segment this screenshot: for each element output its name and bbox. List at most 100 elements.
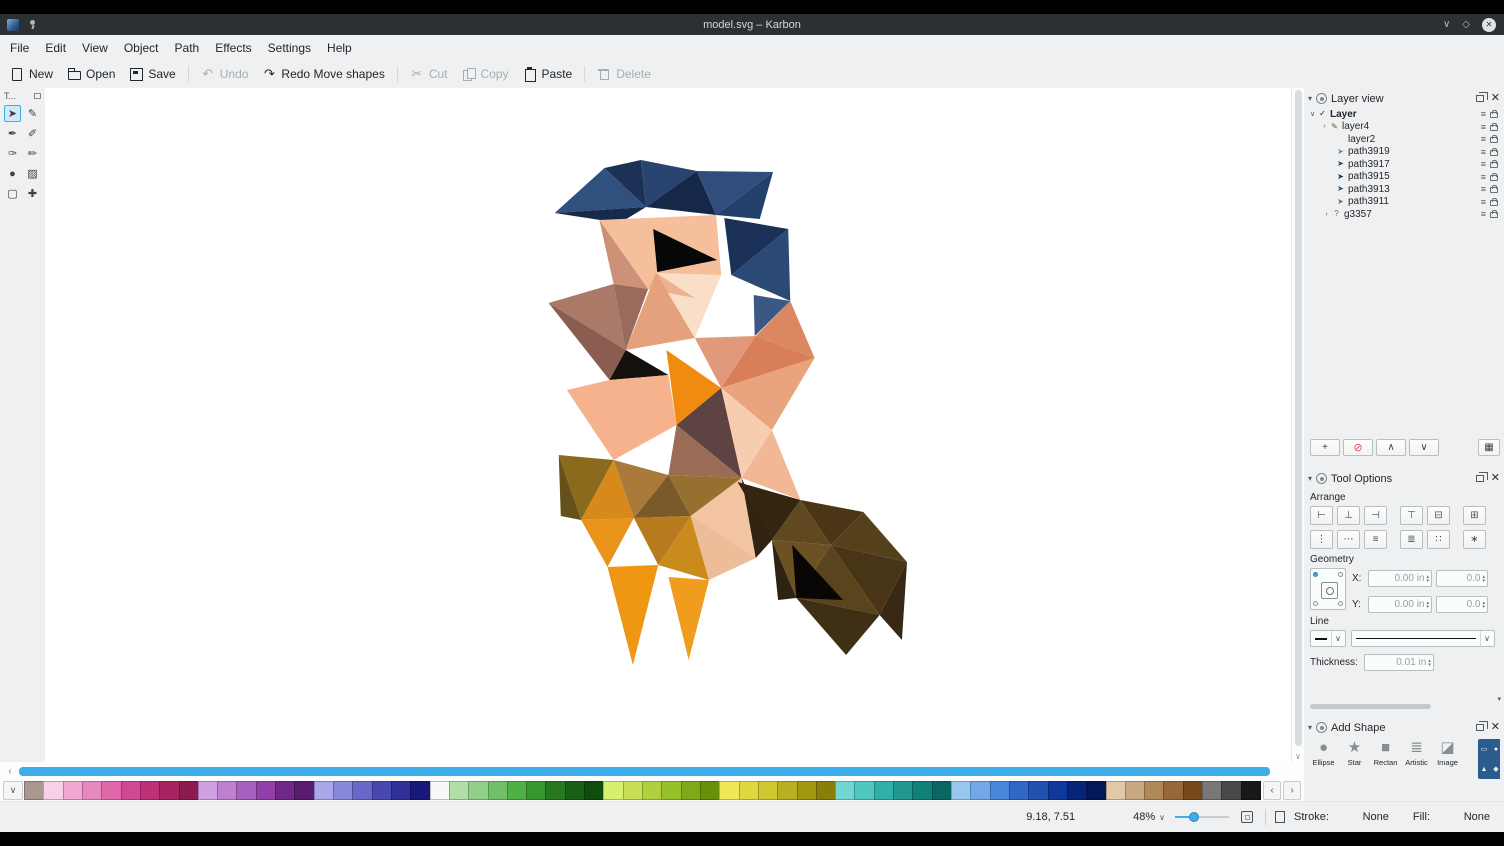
collapse-icon[interactable]: ▾	[1308, 94, 1312, 103]
new-button[interactable]: New	[3, 63, 60, 85]
close-docker-icon[interactable]: ✕	[1491, 473, 1500, 484]
layer-row-path3917[interactable]: ➤ path3917 ≡	[1308, 158, 1500, 171]
collapse-icon[interactable]: ▾	[1308, 723, 1312, 732]
distribute-spacing-button[interactable]: ∷	[1427, 530, 1450, 549]
color-swatch[interactable]	[835, 781, 855, 800]
color-swatch[interactable]	[1028, 781, 1048, 800]
color-swatch[interactable]	[990, 781, 1010, 800]
color-swatch[interactable]	[1183, 781, 1203, 800]
distribute-h-button[interactable]: ⋯	[1337, 530, 1360, 549]
color-swatch[interactable]	[140, 781, 160, 800]
color-swatch[interactable]	[758, 781, 778, 800]
tool-artistic-text[interactable]: ✐	[24, 125, 41, 142]
line-style-select[interactable]: ∨	[1351, 630, 1495, 647]
view-mode-button[interactable]: ▦	[1478, 439, 1500, 456]
tool-brush[interactable]: ●	[4, 165, 21, 182]
line-cap-select[interactable]: ∨	[1310, 630, 1346, 647]
tool-select[interactable]: ➤	[4, 105, 21, 122]
anchor-dot-top-left[interactable]	[1313, 572, 1318, 577]
lock-icon[interactable]	[1489, 184, 1498, 194]
artwork-polygon[interactable]	[607, 565, 658, 665]
color-swatch[interactable]	[430, 781, 450, 800]
save-button[interactable]: Save	[122, 63, 182, 85]
titlebar[interactable]: model.svg – Karbon ∨ ◇ ✕	[0, 14, 1504, 35]
menu-effects[interactable]: Effects	[207, 37, 259, 59]
color-swatch[interactable]	[1221, 781, 1241, 800]
color-swatch[interactable]	[1067, 781, 1087, 800]
color-swatch[interactable]	[797, 781, 817, 800]
expander-icon[interactable]: ∨	[1308, 110, 1317, 118]
color-swatch[interactable]	[951, 781, 971, 800]
color-swatch[interactable]	[333, 781, 353, 800]
menu-path[interactable]: Path	[167, 37, 208, 59]
color-swatch[interactable]	[410, 781, 430, 800]
redo-button[interactable]: ↷ Redo Move shapes	[255, 63, 391, 85]
copy-button[interactable]: Copy	[455, 63, 516, 85]
tool-calligraphy[interactable]: ✒	[4, 125, 21, 142]
delete-layer-button[interactable]: ⊘	[1343, 439, 1373, 456]
color-swatch[interactable]	[488, 781, 508, 800]
align-left-button[interactable]: ⊢	[1310, 506, 1333, 525]
zoom-fit-icon[interactable]	[1241, 811, 1253, 823]
scroll-left-icon[interactable]: ‹	[3, 764, 17, 778]
color-swatch[interactable]	[1106, 781, 1126, 800]
color-swatch[interactable]	[777, 781, 797, 800]
layer-properties-icon[interactable]: ≡	[1481, 134, 1485, 144]
add-shape-header[interactable]: ▾ Add Shape ✕	[1308, 719, 1500, 736]
lock-icon[interactable]	[1489, 134, 1498, 144]
color-swatch[interactable]	[256, 781, 276, 800]
align-top-button[interactable]: ⊤	[1400, 506, 1423, 525]
distribute-v-button[interactable]: ⋮	[1310, 530, 1333, 549]
artwork-svg[interactable]	[45, 88, 1304, 762]
menu-settings[interactable]: Settings	[260, 37, 319, 59]
y-input[interactable]: 0.00 in ▴▾	[1368, 596, 1432, 613]
delete-button[interactable]: Delete	[590, 63, 658, 85]
palette-prev-button[interactable]: ‹	[1263, 781, 1281, 800]
color-swatch[interactable]	[198, 781, 218, 800]
color-swatch[interactable]	[179, 781, 199, 800]
shape-artistic-text[interactable]: ≣ Artistic	[1401, 739, 1432, 767]
horizontal-scrollbar[interactable]	[19, 767, 1276, 776]
close-button[interactable]: ✕	[1482, 18, 1496, 32]
fill-value[interactable]: None	[1462, 811, 1490, 823]
color-swatch[interactable]	[101, 781, 121, 800]
color-swatch[interactable]	[507, 781, 527, 800]
layer-row-path3911[interactable]: ➤ path3911 ≡	[1308, 196, 1500, 209]
palette-menu-button[interactable]: ∨	[3, 781, 23, 800]
layer-properties-icon[interactable]: ≡	[1481, 209, 1485, 219]
align-right-button[interactable]: ⊣	[1364, 506, 1387, 525]
close-docker-icon[interactable]: ✕	[1491, 93, 1500, 104]
menu-help[interactable]: Help	[319, 37, 360, 59]
anchor-dot-bottom-left[interactable]	[1313, 601, 1318, 606]
color-swatch[interactable]	[82, 781, 102, 800]
color-swatch[interactable]	[159, 781, 179, 800]
color-swatch[interactable]	[63, 781, 83, 800]
lock-icon[interactable]	[1489, 209, 1498, 219]
undo-button[interactable]: ↶ Undo	[194, 63, 256, 85]
tool-page[interactable]: ▢	[4, 185, 21, 202]
color-swatch[interactable]	[565, 781, 585, 800]
color-swatch[interactable]	[893, 781, 913, 800]
color-swatch[interactable]	[43, 781, 63, 800]
stroke-value[interactable]: None	[1361, 811, 1389, 823]
zoom-select[interactable]: 48% ∨	[1133, 811, 1165, 823]
ungroup-shapes-button[interactable]: ∗	[1463, 530, 1486, 549]
zoom-slider[interactable]	[1175, 810, 1229, 824]
color-swatch[interactable]	[1144, 781, 1164, 800]
spinner-icons[interactable]: ▴▾	[1426, 601, 1429, 609]
expander-icon[interactable]: ›	[1320, 123, 1329, 130]
layer-properties-icon[interactable]: ≡	[1481, 147, 1485, 157]
close-docker-icon[interactable]: ✕	[1491, 722, 1500, 733]
lock-icon[interactable]	[1489, 159, 1498, 169]
layer-row-path3919[interactable]: ➤ path3919 ≡	[1308, 146, 1500, 159]
layer-row-layer2[interactable]: layer2 ≡	[1308, 133, 1500, 146]
tool-path-edit[interactable]: ✏	[24, 145, 41, 162]
color-swatch[interactable]	[642, 781, 662, 800]
lock-icon[interactable]	[1489, 109, 1498, 119]
width-input[interactable]: 0.0 ▴▾	[1436, 570, 1488, 587]
cut-button[interactable]: ✂ Cut	[403, 63, 455, 85]
open-button[interactable]: Open	[60, 63, 122, 85]
spinner-icons[interactable]: ▴▾	[1426, 575, 1429, 583]
docker-scrollbar[interactable]	[1310, 702, 1488, 710]
color-swatch[interactable]	[1048, 781, 1068, 800]
